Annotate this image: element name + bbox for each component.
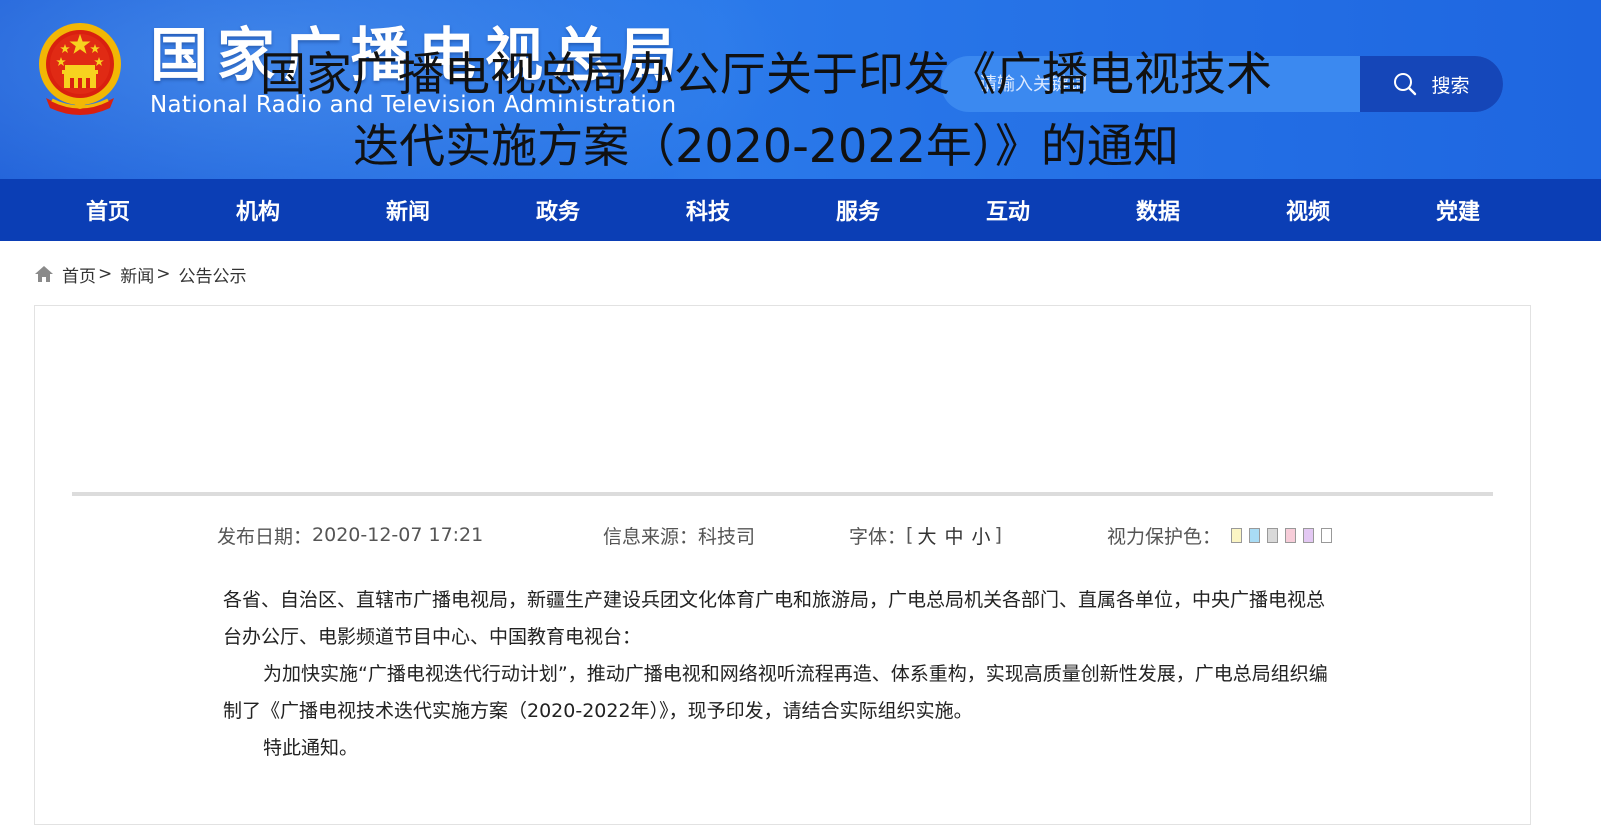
article-title-line1: 国家广播电视总局办公厅关于印发《广播电视技术 xyxy=(260,47,1272,101)
swatch-yellow[interactable] xyxy=(1231,527,1243,543)
swatch-white[interactable] xyxy=(1321,527,1333,543)
font-size-bracket-open: [ xyxy=(906,524,914,546)
nav-item-video[interactable]: 视频 xyxy=(1233,179,1383,241)
article-title: 国家广播电视总局办公厅关于印发《广播电视技术 迭代实施方案（2020-2022年… xyxy=(0,38,1532,182)
breadcrumb-separator: > xyxy=(156,264,171,284)
nav-item-party-building[interactable]: 党建 xyxy=(1383,179,1533,241)
publish-date-value: 2020-12-07 17:21 xyxy=(312,524,484,546)
info-source-label: 信息来源： xyxy=(603,525,699,548)
info-source-value: 科技司 xyxy=(698,525,756,548)
nav-item-home[interactable]: 首页 xyxy=(33,179,183,241)
article-paragraph-closing: 特此通知。 xyxy=(263,737,359,759)
font-size-medium[interactable]: 中 xyxy=(944,522,963,549)
breadcrumb-home[interactable]: 首页 xyxy=(62,262,96,287)
article-body: 各省、自治区、直辖市广播电视局，新疆生产建设兵团文化体育广电和旅游局，广电总局机… xyxy=(223,582,1343,767)
info-source: 信息来源： 科技司 xyxy=(603,522,755,548)
swatch-gray[interactable] xyxy=(1267,527,1279,543)
breadcrumb: 首页 > 新闻 > 公告公示 xyxy=(34,262,247,287)
nav-item-government-affairs[interactable]: 政务 xyxy=(483,179,633,241)
article-paragraph-recipients: 各省、自治区、直辖市广播电视局，新疆生产建设兵团文化体育广电和旅游局，广电总局机… xyxy=(223,589,1326,648)
article-title-line2: 迭代实施方案（2020-2022年）》的通知 xyxy=(353,119,1179,173)
nav-item-data[interactable]: 数据 xyxy=(1083,179,1233,241)
home-icon[interactable] xyxy=(34,264,54,284)
nav-item-news[interactable]: 新闻 xyxy=(333,179,483,241)
font-size-label: 字体： xyxy=(849,525,907,548)
font-size-bracket-close: ] xyxy=(994,524,1002,546)
nav-item-technology[interactable]: 科技 xyxy=(633,179,783,241)
swatch-purple[interactable] xyxy=(1303,527,1315,543)
nav-item-services[interactable]: 服务 xyxy=(783,179,933,241)
font-size-controls: 字体： [ 大 中 小 ] xyxy=(849,522,1002,548)
font-size-small[interactable]: 小 xyxy=(971,522,990,549)
font-size-large[interactable]: 大 xyxy=(917,522,936,549)
nav-item-interaction[interactable]: 互动 xyxy=(933,179,1083,241)
breadcrumb-announcements[interactable]: 公告公示 xyxy=(179,262,247,287)
nav-item-organization[interactable]: 机构 xyxy=(183,179,333,241)
title-divider xyxy=(72,492,1493,496)
publish-date-label: 发布日期： xyxy=(217,525,313,548)
swatch-blue[interactable] xyxy=(1249,527,1261,543)
color-swatches xyxy=(1231,527,1333,543)
breadcrumb-news[interactable]: 新闻 xyxy=(120,262,154,287)
publish-date: 发布日期： 2020-12-07 17:21 xyxy=(217,522,483,548)
eye-protection-colors: 视力保护色： xyxy=(1107,522,1333,548)
eye-protection-label: 视力保护色： xyxy=(1107,525,1222,548)
swatch-pink[interactable] xyxy=(1285,527,1297,543)
article-paragraph-main: 为加快实施“广播电视迭代行动计划”，推动广播电视和网络视听流程再造、体系重构，实… xyxy=(223,663,1328,722)
main-nav: 首页 机构 新闻 政务 科技 服务 互动 数据 视频 党建 xyxy=(0,179,1601,241)
breadcrumb-separator: > xyxy=(98,264,113,284)
